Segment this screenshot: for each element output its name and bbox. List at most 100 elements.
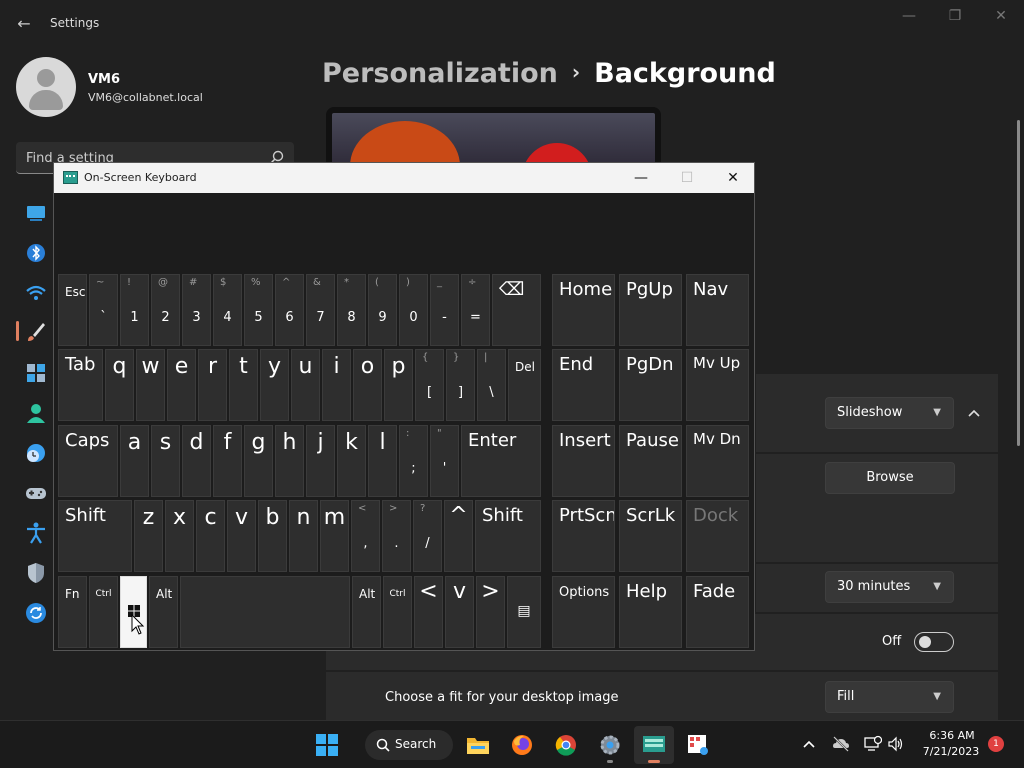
maximize-button[interactable]: ❐ [932, 6, 978, 30]
key-letter-c[interactable]: c [196, 500, 225, 572]
key-letter-m[interactable]: m [320, 500, 349, 572]
key-symbol-r2-0[interactable]: {[ [415, 349, 444, 421]
key-letter-j[interactable]: j [306, 425, 335, 497]
key-arrow-right[interactable]: > [476, 576, 505, 648]
key-row1-8[interactable]: & 7 [306, 274, 335, 346]
key-symbol-r3-1[interactable]: " ' [430, 425, 459, 497]
privacy-shield-icon[interactable] [24, 561, 48, 585]
chevron-up-icon[interactable] [800, 735, 818, 753]
key-pgup[interactable]: PgUp [619, 274, 682, 346]
key-right-ctrl[interactable]: Ctrl [383, 576, 412, 648]
key-arrow-up[interactable]: ^ [444, 500, 473, 572]
key-right-shift[interactable]: Shift [475, 500, 541, 572]
key-row1-13[interactable]: ÷ = [461, 274, 490, 346]
key-fn[interactable]: Fn [58, 576, 87, 648]
windows-update-icon[interactable] [24, 601, 48, 625]
key-insert[interactable]: Insert [552, 425, 615, 497]
key-letter-n[interactable]: n [289, 500, 318, 572]
key-letter-q[interactable]: q [105, 349, 134, 421]
key-letter-z[interactable]: z [134, 500, 163, 572]
accessibility-icon[interactable] [24, 521, 48, 545]
key-nav[interactable]: Nav [686, 274, 749, 346]
taskbar-snipping-tool[interactable] [678, 726, 718, 764]
key-letter-k[interactable]: k [337, 425, 366, 497]
key-letter-x[interactable]: x [165, 500, 194, 572]
key-letter-h[interactable]: h [275, 425, 304, 497]
key-home[interactable]: Home [552, 274, 615, 346]
key-letter-i[interactable]: i [322, 349, 351, 421]
osk-title-bar[interactable]: On-Screen Keyboard — ☐ ✕ [54, 163, 754, 193]
taskbar-file-explorer[interactable] [458, 726, 498, 764]
clock-date[interactable]: 7/21/2023 [916, 745, 986, 758]
key-row1-3[interactable]: @2 [151, 274, 180, 346]
key-row1-6[interactable]: % 5 [244, 274, 273, 346]
key-symbol-r3-0[interactable]: :; [399, 425, 428, 497]
key-row1-9[interactable]: * 8 [337, 274, 366, 346]
key-dock[interactable]: Dock [686, 500, 749, 572]
taskbar-settings[interactable] [590, 726, 630, 764]
key-windows[interactable] [120, 576, 147, 648]
network-status-icon[interactable] [864, 735, 882, 753]
apps-icon[interactable] [24, 361, 48, 385]
key-letter-d[interactable]: d [182, 425, 211, 497]
key-left-alt[interactable]: Alt [149, 576, 178, 648]
key-letter-f[interactable]: f [213, 425, 242, 497]
key-symbol-r4-0[interactable]: <, [351, 500, 380, 572]
minimize-button[interactable]: — [886, 6, 932, 30]
key-arrow-left[interactable]: < [414, 576, 443, 648]
key-letter-b[interactable]: b [258, 500, 287, 572]
taskbar-search-button[interactable]: Search [365, 730, 453, 760]
background-type-dropdown[interactable]: Slideshow ▼ [825, 397, 954, 429]
key-menu[interactable]: ▤ [507, 576, 541, 648]
close-button[interactable]: ✕ [978, 6, 1024, 30]
key-row1-11[interactable]: ) 0 [399, 274, 428, 346]
key-symbol-r4-2[interactable]: ? / [413, 500, 442, 572]
network-icon[interactable] [24, 281, 48, 305]
start-button[interactable] [307, 726, 347, 764]
key-letter-a[interactable]: a [120, 425, 149, 497]
scrollbar[interactable] [1017, 120, 1020, 446]
key-row1-5[interactable]: $4 [213, 274, 242, 346]
key-backspace[interactable]: ⌫ [492, 274, 541, 346]
osk-minimize-button[interactable]: — [618, 163, 664, 193]
key-arrow-down[interactable]: v [445, 576, 474, 648]
key-space[interactable] [180, 576, 350, 648]
key-mv-up[interactable]: Mv Up [686, 349, 749, 421]
key-symbol-r2-1[interactable]: }] [446, 349, 475, 421]
taskbar-chrome[interactable] [546, 726, 586, 764]
key-esc[interactable]: Esc [58, 274, 87, 346]
shuffle-toggle[interactable] [914, 632, 954, 652]
key-row1-1[interactable]: ~ ` [89, 274, 118, 346]
fit-dropdown[interactable]: Fill ▼ [825, 681, 954, 713]
notification-badge[interactable]: 1 [988, 736, 1004, 752]
key-letter-u[interactable]: u [291, 349, 320, 421]
key-letter-l[interactable]: l [368, 425, 397, 497]
avatar[interactable] [16, 57, 76, 117]
key-del[interactable]: Del [508, 349, 541, 421]
key-letter-e[interactable]: e [167, 349, 196, 421]
key-letter-p[interactable]: p [384, 349, 413, 421]
key-caps[interactable]: Caps [58, 425, 118, 497]
key-tab[interactable]: Tab [58, 349, 103, 421]
key-symbol-r2-2[interactable]: | \ [477, 349, 506, 421]
taskbar-on-screen-keyboard[interactable] [634, 726, 674, 764]
key-help[interactable]: Help [619, 576, 682, 648]
key-scrlk[interactable]: ScrLk [619, 500, 682, 572]
key-pause[interactable]: Pause [619, 425, 682, 497]
back-button[interactable]: ← [12, 12, 36, 36]
key-letter-o[interactable]: o [353, 349, 382, 421]
key-letter-g[interactable]: g [244, 425, 273, 497]
key-letter-y[interactable]: y [260, 349, 289, 421]
key-letter-t[interactable]: t [229, 349, 258, 421]
key-row1-7[interactable]: ^ 6 [275, 274, 304, 346]
gaming-icon[interactable] [24, 481, 48, 505]
key-row1-10[interactable]: (9 [368, 274, 397, 346]
accounts-icon[interactable] [24, 401, 48, 425]
key-options[interactable]: Options [552, 576, 615, 648]
key-pgdn[interactable]: PgDn [619, 349, 682, 421]
breadcrumb-parent[interactable]: Personalization [322, 58, 558, 89]
osk-maximize-button[interactable]: ☐ [664, 163, 710, 193]
osk-close-button[interactable]: ✕ [710, 163, 756, 193]
key-right-alt[interactable]: Alt [352, 576, 381, 648]
taskbar-firefox[interactable] [502, 726, 542, 764]
